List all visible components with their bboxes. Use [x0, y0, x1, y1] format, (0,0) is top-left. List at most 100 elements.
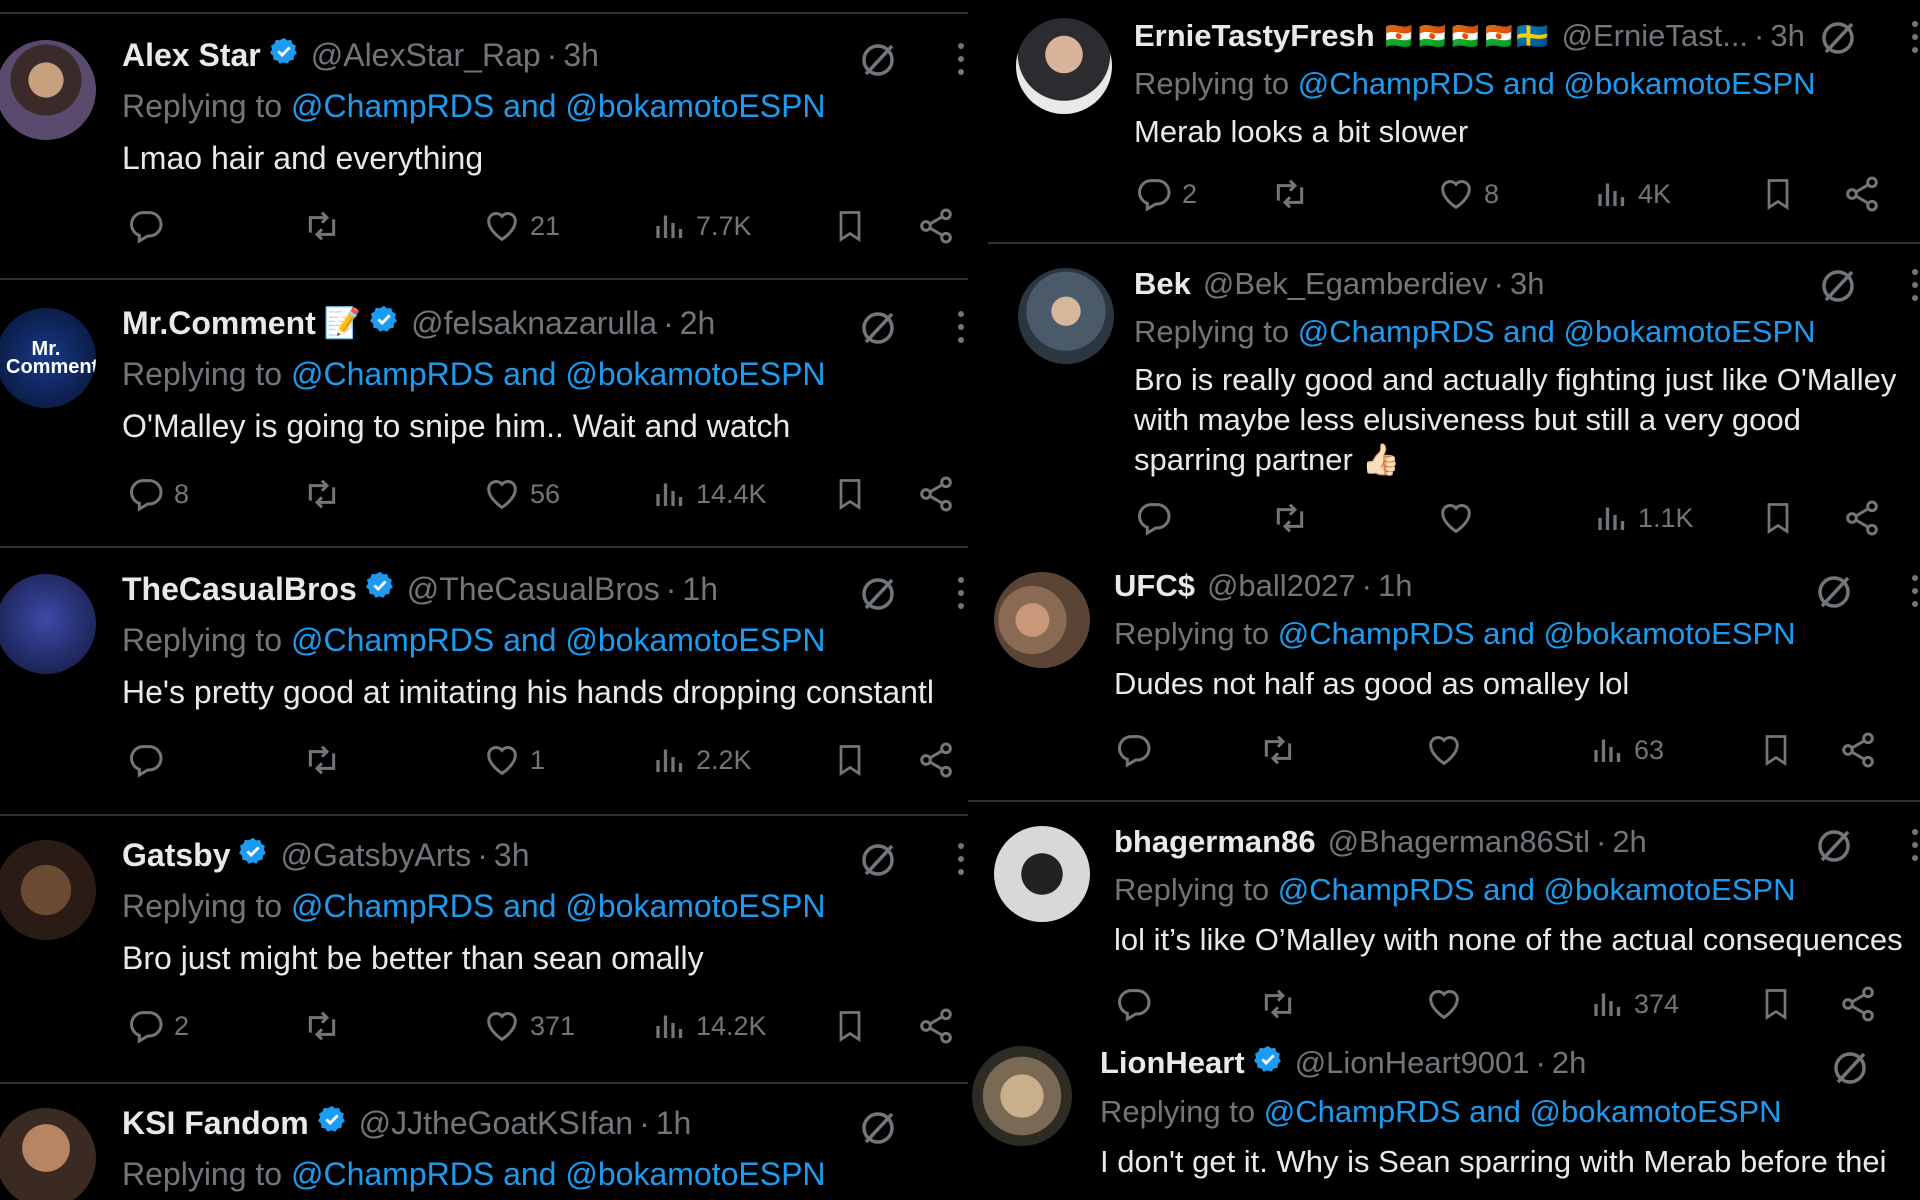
reply-mentions-link[interactable]: @ChampRDS and @bokamotoESPN — [1278, 616, 1796, 651]
reply-button[interactable] — [126, 206, 174, 246]
like-button[interactable]: 1 — [482, 740, 545, 780]
reply-button[interactable]: 8 — [126, 474, 189, 514]
grok-icon[interactable] — [1814, 826, 1854, 871]
author-handle[interactable]: @LionHeart9001 — [1295, 1045, 1530, 1081]
like-button[interactable]: 8 — [1436, 174, 1499, 214]
timestamp[interactable]: 1h — [656, 1105, 692, 1142]
reply-mentions-link[interactable]: @ChampRDS and @bokamotoESPN — [1298, 314, 1816, 349]
avatar[interactable] — [0, 40, 96, 140]
timestamp[interactable]: 3h — [1510, 266, 1544, 302]
timestamp[interactable]: 1h — [682, 571, 718, 608]
timestamp[interactable]: 3h — [494, 837, 530, 874]
avatar[interactable]: Mr. Comment — [0, 308, 96, 408]
author-name[interactable]: Alex Star — [122, 37, 261, 74]
views-button[interactable]: 1.1K — [1594, 498, 1694, 538]
views-button[interactable]: 2.2K — [652, 740, 752, 780]
author-name[interactable]: Gatsby — [122, 837, 230, 874]
tweet-thecasualbros[interactable]: TheCasualBros @TheCasualBros · 1h Replying… — [0, 548, 988, 814]
avatar[interactable] — [994, 572, 1090, 668]
bookmark-button[interactable] — [1758, 730, 1794, 770]
like-button[interactable] — [1424, 730, 1472, 770]
repost-button[interactable] — [1268, 174, 1312, 214]
repost-button[interactable] — [300, 474, 344, 514]
share-button[interactable] — [916, 474, 956, 514]
avatar[interactable] — [1018, 268, 1114, 364]
share-button[interactable] — [916, 740, 956, 780]
author-name[interactable]: UFC$ — [1114, 568, 1195, 604]
bookmark-button[interactable] — [1760, 498, 1796, 538]
reply-button[interactable]: 2 — [1134, 174, 1197, 214]
timestamp[interactable]: 3h — [1770, 18, 1804, 54]
views-button[interactable]: 4K — [1594, 174, 1671, 214]
reply-button[interactable]: 2 — [126, 1006, 189, 1046]
author-handle[interactable]: @Bhagerman86Stl — [1328, 824, 1590, 860]
bookmark-button[interactable] — [832, 740, 868, 780]
more-options-icon[interactable] — [1912, 574, 1918, 613]
avatar[interactable] — [0, 574, 96, 674]
reply-mentions-link[interactable]: @ChampRDS and @bokamotoESPN — [1264, 1094, 1782, 1129]
reply-button[interactable] — [1114, 730, 1162, 770]
avatar[interactable] — [972, 1046, 1072, 1146]
repost-button[interactable] — [300, 1006, 344, 1046]
reply-mentions-link[interactable]: @ChampRDS and @bokamotoESPN — [291, 888, 826, 924]
grok-icon[interactable] — [858, 308, 898, 353]
like-button[interactable] — [1436, 498, 1484, 538]
views-button[interactable]: 374 — [1590, 984, 1679, 1024]
author-name[interactable]: bhagerman86 — [1114, 824, 1316, 860]
tweet-ufc[interactable]: UFC$ @ball2027 · 1h Replying to @ChampRDS … — [968, 558, 1920, 802]
grok-icon[interactable] — [858, 574, 898, 619]
more-options-icon[interactable] — [958, 576, 964, 615]
author-name[interactable]: TheCasualBros — [122, 571, 357, 608]
author-handle[interactable]: @JJtheGoatKSIfan — [359, 1105, 633, 1142]
author-handle[interactable]: @ErnieTast... — [1562, 18, 1749, 54]
avatar[interactable] — [1016, 18, 1112, 114]
more-options-icon[interactable] — [1912, 20, 1918, 59]
more-options-icon[interactable] — [958, 842, 964, 881]
like-button[interactable]: 21 — [482, 206, 560, 246]
more-options-icon[interactable] — [1912, 268, 1918, 307]
reply-mentions-link[interactable]: @ChampRDS and @bokamotoESPN — [291, 1156, 826, 1192]
views-button[interactable]: 14.4K — [652, 474, 767, 514]
grok-icon[interactable] — [858, 40, 898, 85]
author-handle[interactable]: @felsaknazarulla — [411, 305, 657, 342]
repost-button[interactable] — [1268, 498, 1312, 538]
author-handle[interactable]: @AlexStar_Rap — [311, 37, 541, 74]
views-button[interactable]: 14.2K — [652, 1006, 767, 1046]
author-handle[interactable]: @ball2027 — [1207, 568, 1356, 604]
tweet-mrcomment[interactable]: Mr. Comment Mr.Comment 📝 @felsaknazarull… — [0, 280, 988, 546]
reply-button[interactable] — [1134, 498, 1182, 538]
more-options-icon[interactable] — [958, 42, 964, 81]
grok-icon[interactable] — [1818, 18, 1858, 63]
repost-button[interactable] — [1256, 984, 1300, 1024]
grok-icon[interactable] — [1818, 266, 1858, 311]
avatar[interactable] — [0, 840, 96, 940]
author-name[interactable]: Bek — [1134, 266, 1191, 302]
views-button[interactable]: 63 — [1590, 730, 1664, 770]
author-name[interactable]: ErnieTastyFresh — [1134, 18, 1375, 54]
author-handle[interactable]: @TheCasualBros — [407, 571, 660, 608]
timestamp[interactable]: 3h — [563, 37, 599, 74]
bookmark-button[interactable] — [832, 206, 868, 246]
author-name[interactable]: LionHeart — [1100, 1045, 1245, 1081]
reply-mentions-link[interactable]: @ChampRDS and @bokamotoESPN — [1298, 66, 1816, 101]
timestamp[interactable]: 2h — [1612, 824, 1646, 860]
avatar[interactable] — [994, 826, 1090, 922]
reply-button[interactable] — [1114, 984, 1162, 1024]
reply-mentions-link[interactable]: @ChampRDS and @bokamotoESPN — [1278, 872, 1796, 907]
tweet-gatsby[interactable]: Gatsby @GatsbyArts · 3h Replying to @Champ… — [0, 816, 988, 1082]
reply-mentions-link[interactable]: @ChampRDS and @bokamotoESPN — [291, 622, 826, 658]
author-handle[interactable]: @Bek_Egamberdiev — [1203, 266, 1488, 302]
timestamp[interactable]: 2h — [680, 305, 716, 342]
timestamp[interactable]: 2h — [1552, 1045, 1586, 1081]
share-button[interactable] — [1842, 174, 1882, 214]
like-button[interactable]: 56 — [482, 474, 560, 514]
tweet-ernietastyfresh[interactable]: ErnieTastyFresh 🇳🇪🇳🇪🇳🇪🇳🇪🇸🇪 @ErnieTast...… — [968, 0, 1920, 244]
grok-icon[interactable] — [858, 840, 898, 885]
bookmark-button[interactable] — [832, 1006, 868, 1046]
bookmark-button[interactable] — [832, 474, 868, 514]
author-name[interactable]: KSI Fandom — [122, 1105, 309, 1142]
grok-icon[interactable] — [1814, 572, 1854, 617]
bookmark-button[interactable] — [1758, 984, 1794, 1024]
bookmark-button[interactable] — [1760, 174, 1796, 214]
share-button[interactable] — [1838, 984, 1878, 1024]
